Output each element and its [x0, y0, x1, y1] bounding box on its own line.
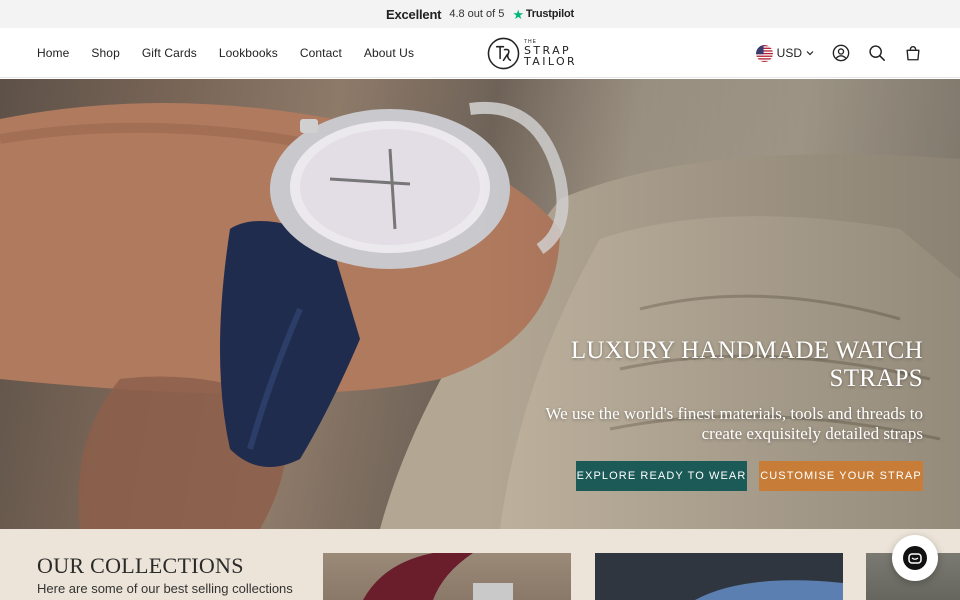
search-icon[interactable]	[868, 44, 886, 62]
logo-wordmark: THE STRAP TAILOR	[524, 39, 578, 68]
header-actions: USD	[755, 28, 922, 78]
collection-card-1[interactable]	[323, 553, 571, 600]
account-icon[interactable]	[832, 44, 850, 62]
chevron-down-icon	[806, 51, 814, 56]
nav-about-us[interactable]: About Us	[364, 46, 414, 60]
logo-monogram-icon	[487, 37, 520, 69]
logo-tailor: TAILOR	[524, 54, 578, 68]
trustpilot-name: Trustpilot	[525, 8, 574, 20]
logo-strap: STRAP	[524, 43, 572, 57]
trustpilot-star-icon: ★	[512, 6, 524, 22]
hero-subtitle: We use the world's finest materials, too…	[545, 404, 924, 443]
nav-contact[interactable]: Contact	[300, 46, 342, 60]
hero-banner: LUXURY HANDMADE WATCH STRAPS We use the …	[0, 79, 960, 529]
nav-shop[interactable]: Shop	[91, 46, 119, 60]
trustpilot-rating: 4.8 out of 5	[449, 8, 505, 20]
main-nav: Home Shop Gift Cards Lookbooks Contact A…	[37, 28, 414, 78]
currency-selector[interactable]: USD	[755, 44, 814, 62]
cart-icon[interactable]	[904, 44, 922, 62]
chat-widget-button[interactable]	[892, 535, 938, 581]
collection-image-2	[595, 553, 843, 600]
hero-title: LUXURY HANDMADE WATCH STRAPS	[570, 337, 923, 392]
trustpilot-logo[interactable]: ★ Trustpilot	[512, 8, 574, 21]
chat-icon	[903, 546, 927, 570]
collection-image-1	[363, 553, 513, 600]
collections-section: OUR COLLECTIONS Here are some of our bes…	[0, 529, 960, 600]
explore-ready-to-wear-button[interactable]: EXPLORE READY TO WEAR	[576, 461, 747, 491]
collection-card-2[interactable]	[595, 553, 843, 600]
nav-lookbooks[interactable]: Lookbooks	[219, 46, 278, 60]
collections-subtitle: Here are some of our best selling collec…	[37, 581, 293, 596]
us-flag-icon	[755, 44, 773, 62]
nav-home[interactable]: Home	[37, 46, 69, 60]
currency-code: USD	[776, 46, 802, 60]
trustpilot-bar[interactable]: Excellent 4.8 out of 5 ★ Trustpilot	[0, 0, 960, 28]
customise-strap-button[interactable]: CUSTOMISE YOUR STRAP	[759, 461, 923, 491]
collections-title: OUR COLLECTIONS	[37, 553, 244, 578]
site-logo[interactable]: THE STRAP TAILOR	[487, 35, 577, 71]
site-header: Home Shop Gift Cards Lookbooks Contact A…	[0, 28, 960, 78]
trustpilot-verdict: Excellent	[386, 6, 442, 22]
nav-gift-cards[interactable]: Gift Cards	[142, 46, 197, 60]
